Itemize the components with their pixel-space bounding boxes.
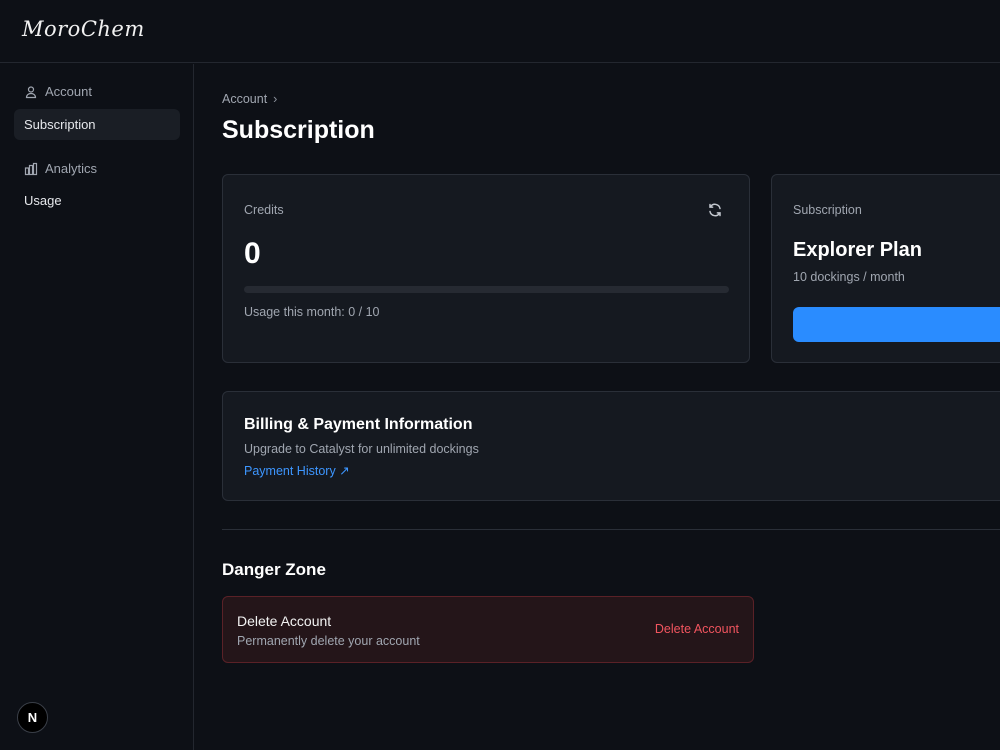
usage-progress-bar [244, 286, 729, 293]
sidebar-item-subscription[interactable]: Subscription [14, 109, 180, 140]
sidebar-section-account: Account [24, 84, 92, 99]
sidebar-section-analytics: Analytics [24, 161, 97, 176]
plan-detail: 10 dockings / month [793, 270, 905, 284]
usage-text: Usage this month: 0 / 10 [244, 305, 380, 319]
delete-account-card: Delete Account Permanently delete your a… [222, 596, 754, 663]
plan-action-button[interactable] [793, 307, 1000, 342]
credits-label: Credits [244, 203, 284, 217]
credits-card: Credits 0 Usage this month: 0 / 10 [222, 174, 750, 363]
delete-account-title: Delete Account [237, 613, 332, 629]
framework-badge[interactable]: N [17, 702, 48, 733]
app-logo[interactable]: MoroChem [22, 17, 145, 41]
subscription-label: Subscription [793, 203, 862, 217]
refresh-icon[interactable] [707, 202, 723, 218]
danger-zone-title: Danger Zone [222, 560, 326, 579]
billing-title: Billing & Payment Information [244, 416, 473, 433]
sidebar-item-usage[interactable]: Usage [14, 185, 180, 216]
sidebar-section-label: Account [45, 84, 92, 99]
breadcrumb-account-link[interactable]: Account [222, 92, 267, 106]
plan-name: Explorer Plan [793, 239, 922, 261]
subscription-card: Subscription Explorer Plan 10 dockings /… [771, 174, 1000, 363]
page-title: Subscription [222, 116, 375, 144]
payment-history-link[interactable]: Payment History ↗ [244, 463, 350, 478]
sidebar-section-label: Analytics [45, 161, 98, 176]
section-divider [222, 529, 1000, 530]
billing-subtitle: Upgrade to Catalyst for unlimited dockin… [244, 442, 479, 456]
credits-value: 0 [244, 237, 261, 270]
delete-account-description: Permanently delete your account [237, 634, 420, 648]
bar-chart-icon [24, 162, 38, 175]
breadcrumb: Account › [222, 92, 277, 106]
user-icon [25, 85, 37, 98]
delete-account-button[interactable]: Delete Account [655, 622, 739, 636]
billing-card: Billing & Payment Information Upgrade to… [222, 391, 1000, 501]
top-bar: MoroChem [0, 0, 1000, 63]
breadcrumb-separator: › [273, 92, 278, 106]
sidebar: Account Subscription Analytics Usage [0, 64, 194, 750]
